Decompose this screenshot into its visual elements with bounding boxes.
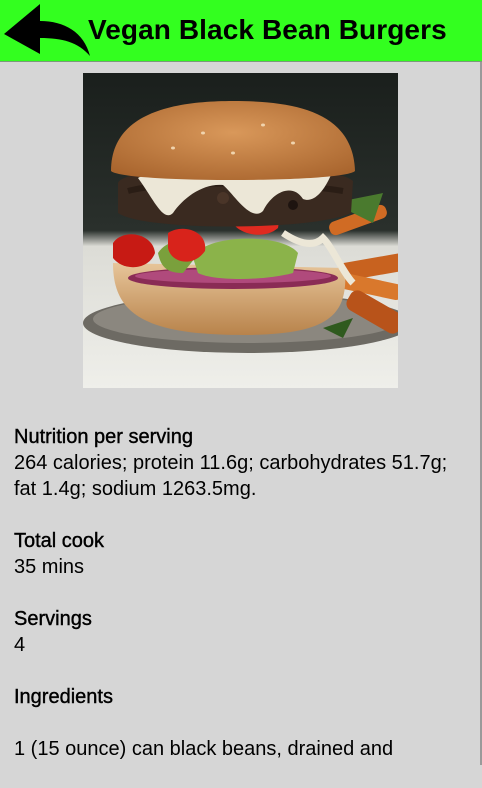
ingredients-heading: Ingredients <box>14 686 113 708</box>
total-cook-value: 35 mins <box>14 556 85 578</box>
servings-value: 4 <box>14 634 26 656</box>
app-header: Vegan Black Bean Burgers <box>0 0 482 62</box>
nutrition-text: 264 calories; protein 11.6g; carbohydrat… <box>14 452 448 500</box>
total-cook-heading: Total cook <box>14 530 105 552</box>
back-button[interactable] <box>2 2 92 58</box>
servings-heading: Servings <box>14 608 92 630</box>
recipe-details: Nutrition per serving 264 calories; prot… <box>14 424 474 788</box>
nutrition-section: Nutrition per serving 264 calories; prot… <box>14 424 474 502</box>
recipe-photo <box>83 73 398 388</box>
servings-section: Servings 4 <box>14 606 474 658</box>
ingredients-section: Ingredients 1 (15 ounce) can black beans… <box>14 684 474 762</box>
page-title: Vegan Black Bean Burgers <box>88 14 447 45</box>
nutrition-heading: Nutrition per serving <box>14 426 193 448</box>
total-cook-section: Total cook 35 mins <box>14 528 474 580</box>
ingredient-item: 1 (15 ounce) can black beans, drained an… <box>14 738 394 760</box>
back-arrow-icon <box>4 4 90 56</box>
